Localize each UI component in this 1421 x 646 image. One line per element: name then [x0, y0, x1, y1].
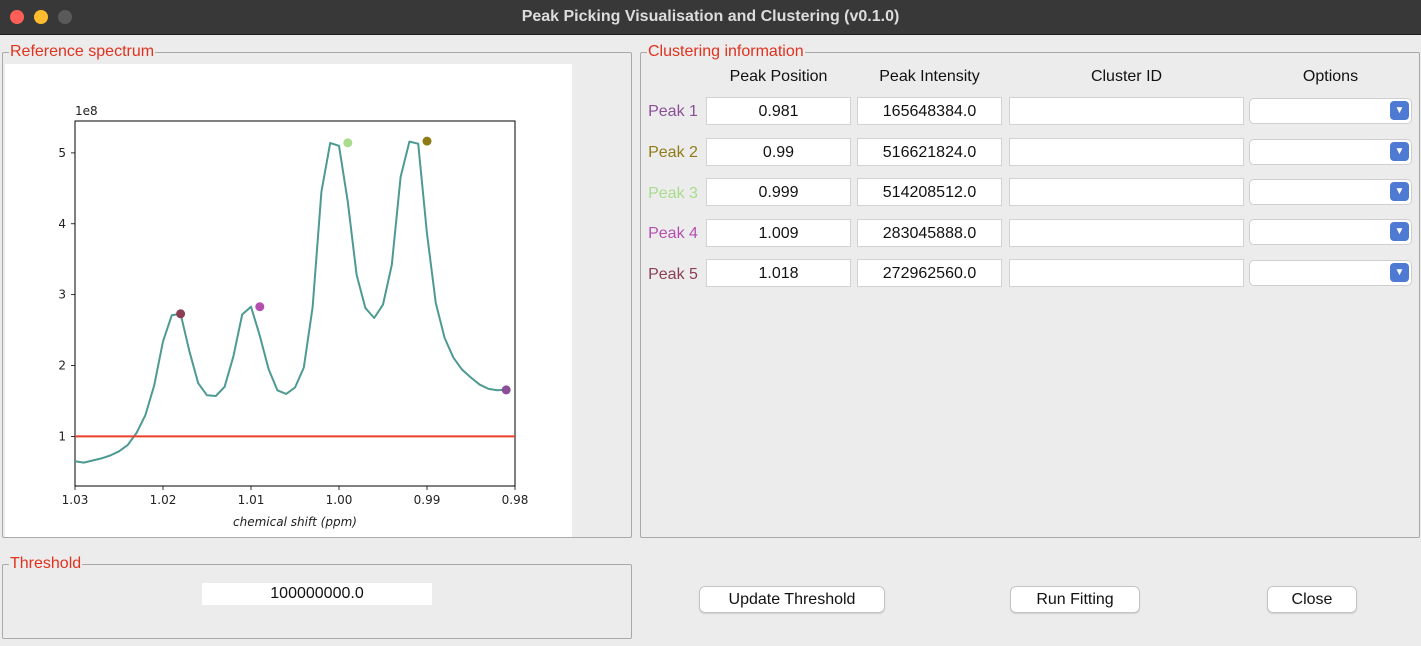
peak-3-cluster-id-field[interactable]	[1009, 178, 1244, 206]
threshold-input[interactable]: 100000000.0	[202, 583, 432, 605]
y-tick-label: 5	[58, 146, 66, 160]
threshold-title: Threshold	[10, 555, 82, 572]
peak-5-position-field[interactable]: 1.018	[706, 259, 851, 287]
peak-marker	[422, 136, 432, 146]
x-tick-label: 1.01	[238, 493, 265, 507]
spectrum-plot: 1.03 1.02 1.01 1.00 0.99 0.98 1 2 3 4 5 1e8 chemical…	[5, 64, 572, 537]
window-title: Peak Picking Visualisation and Clusterin…	[521, 8, 900, 25]
chevron-down-icon[interactable]: ▼	[1390, 101, 1409, 120]
peak-3-position-field[interactable]: 0.999	[706, 178, 851, 206]
peak-marker	[343, 138, 353, 148]
x-tick-label: 1.03	[62, 493, 89, 507]
y-offset-label: 1e8	[75, 104, 98, 118]
peak-2-cluster-id-field[interactable]	[1009, 138, 1244, 166]
peak-2-options-dropdown[interactable]: ▼	[1249, 139, 1412, 165]
peak-marker	[176, 309, 186, 319]
peak-intensity-header: Peak Intensity	[879, 68, 980, 85]
peak-1-position-field[interactable]: 0.981	[706, 97, 851, 125]
x-tick-label: 1.00	[326, 493, 353, 507]
peak-3-options-dropdown[interactable]: ▼	[1249, 179, 1412, 205]
x-tick-label: 0.98	[502, 493, 529, 507]
x-tick-label: 0.99	[414, 493, 441, 507]
peak-3-label: Peak 3	[648, 185, 698, 202]
reference-spectrum-title: Reference spectrum	[10, 43, 155, 60]
peak-5-intensity-field[interactable]: 272962560.0	[857, 259, 1002, 287]
peak-2-intensity-field[interactable]: 516621824.0	[857, 138, 1002, 166]
close-button[interactable]: Close	[1267, 586, 1357, 613]
peak-5-cluster-id-field[interactable]	[1009, 259, 1244, 287]
peak-5-label: Peak 5	[648, 266, 698, 283]
peak-position-header: Peak Position	[729, 68, 828, 85]
y-tick-label: 4	[58, 217, 66, 231]
chevron-down-icon[interactable]: ▼	[1390, 182, 1409, 201]
title-bar: Peak Picking Visualisation and Clusterin…	[0, 0, 1421, 35]
spectrum-chart: 1.03 1.02 1.01 1.00 0.99 0.98 1 2 3 4 5 1e8 chemical…	[58, 104, 529, 529]
y-tick-label: 1	[58, 429, 66, 443]
peak-1-cluster-id-field[interactable]	[1009, 97, 1244, 125]
cluster-id-header: Cluster ID	[1090, 68, 1163, 85]
peak-2-position-field[interactable]: 0.99	[706, 138, 851, 166]
chevron-down-icon[interactable]: ▼	[1390, 222, 1409, 241]
peak-1-options-dropdown[interactable]: ▼	[1249, 98, 1412, 124]
x-tick-label: 1.02	[150, 493, 177, 507]
chevron-down-icon[interactable]: ▼	[1390, 263, 1409, 282]
peak-4-intensity-field[interactable]: 283045888.0	[857, 219, 1002, 247]
x-axis-label: chemical shift (ppm)	[233, 515, 357, 529]
peak-3-intensity-field[interactable]: 514208512.0	[857, 178, 1002, 206]
peak-4-options-dropdown[interactable]: ▼	[1249, 219, 1412, 245]
peak-2-label: Peak 2	[648, 144, 698, 161]
clustering-information-title: Clustering information	[648, 43, 804, 60]
peak-5-options-dropdown[interactable]: ▼	[1249, 260, 1412, 286]
chevron-down-icon[interactable]: ▼	[1390, 142, 1409, 161]
run-fitting-button[interactable]: Run Fitting	[1010, 586, 1140, 613]
peak-marker	[255, 302, 265, 312]
peak-marker	[501, 385, 511, 395]
peak-4-cluster-id-field[interactable]	[1009, 219, 1244, 247]
update-threshold-button[interactable]: Update Threshold	[699, 586, 885, 613]
options-header: Options	[1302, 68, 1359, 85]
plot-area	[74, 120, 516, 487]
y-tick-label: 3	[58, 288, 66, 302]
peak-1-intensity-field[interactable]: 165648384.0	[857, 97, 1002, 125]
peak-4-label: Peak 4	[648, 225, 698, 242]
y-tick-label: 2	[58, 359, 66, 373]
peak-1-label: Peak 1	[648, 103, 698, 120]
peak-4-position-field[interactable]: 1.009	[706, 219, 851, 247]
